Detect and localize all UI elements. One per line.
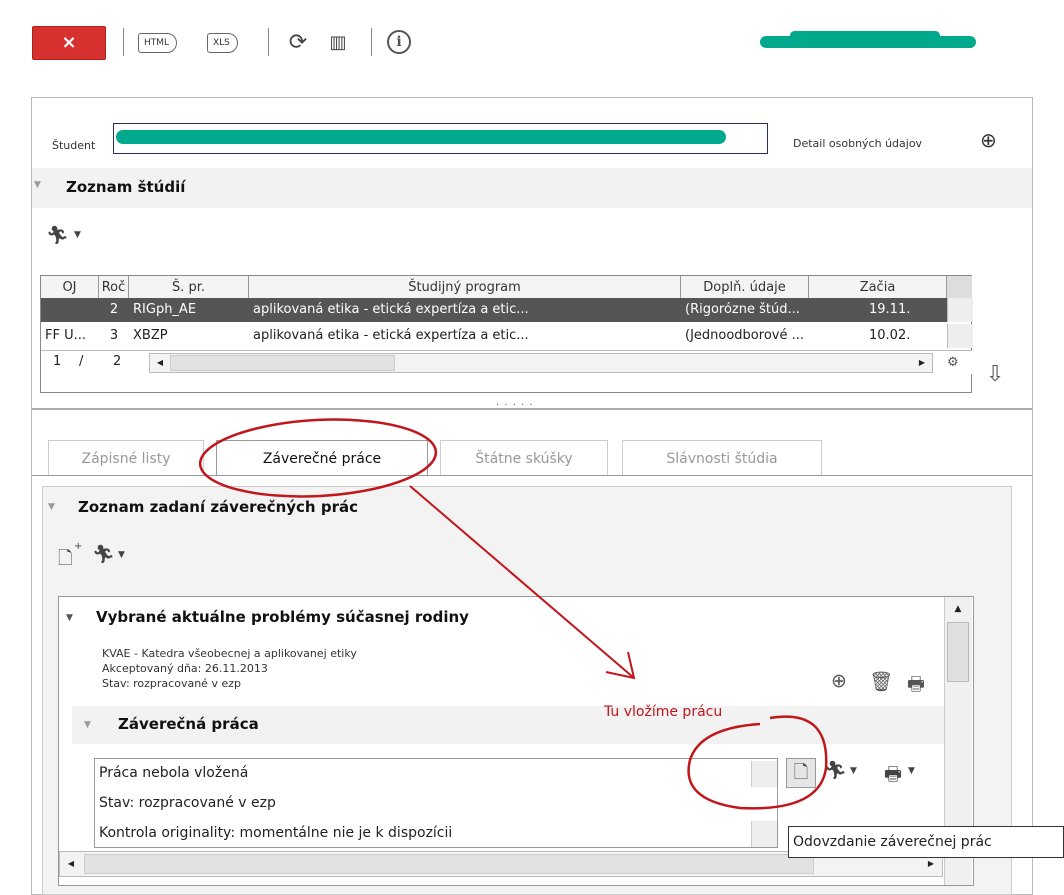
annotation-text: Tu vložíme prácu <box>604 704 723 720</box>
annotation-overlay <box>198 418 828 810</box>
annotation-arrow-line <box>409 485 635 679</box>
annotation-circle-button <box>687 715 828 810</box>
annotation-circle-tab <box>198 418 438 498</box>
